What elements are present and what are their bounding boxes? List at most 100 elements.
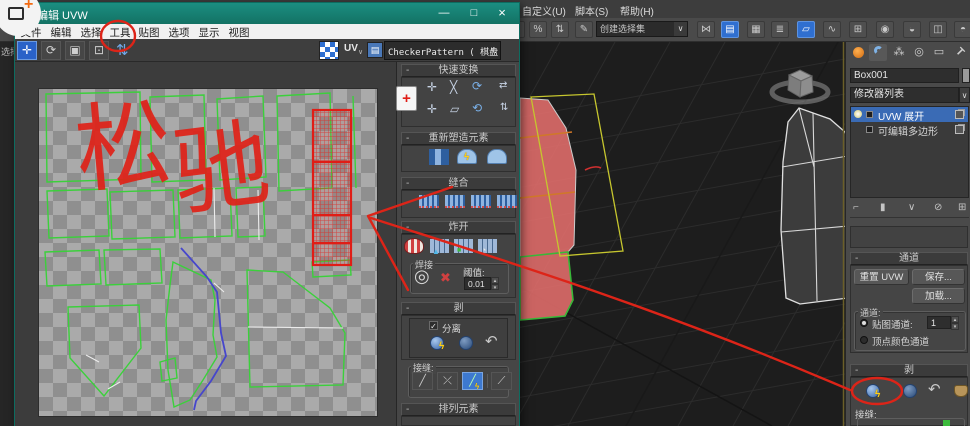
menu-view[interactable]: 视图 — [226, 25, 252, 40]
make-unique-icon[interactable]: ∨ — [908, 202, 915, 213]
map-channel-radio[interactable] — [860, 319, 868, 327]
point-to-point-seam-icon[interactable]: ⤫ — [437, 372, 458, 390]
move-tool-icon[interactable]: ✛ — [17, 41, 37, 60]
rollout-channel-header[interactable]: - 通道 — [850, 252, 968, 265]
align-angle-icon[interactable]: ╳ — [450, 80, 457, 94]
straighten-selection-icon[interactable] — [429, 149, 449, 165]
curve-editor-icon[interactable]: ∿ — [823, 21, 841, 38]
collapse-icon[interactable]: - — [406, 404, 409, 415]
edit-named-selection-icon[interactable]: ✎ — [575, 21, 593, 38]
rollout-arrange-elements[interactable]: - 排列元素 — [401, 403, 516, 416]
rotate-tool-icon[interactable]: ⟳ — [41, 41, 61, 60]
tab-motion[interactable]: ◎ — [910, 44, 928, 61]
stack-row-editable-poly[interactable]: 可编辑多边形 — [851, 122, 968, 137]
rendered-frame-icon[interactable]: ◫ — [929, 21, 947, 38]
collapse-icon[interactable]: - — [406, 222, 409, 233]
selected-mesh-lower[interactable] — [520, 252, 573, 320]
object-color-swatch[interactable] — [962, 68, 970, 83]
rollout-peel-header[interactable]: - 剥 — [850, 364, 968, 377]
tab-modify[interactable] — [869, 44, 887, 61]
show-end-result-icon[interactable]: ▮ — [880, 202, 886, 213]
modifier-list-dropdown[interactable]: 修改器列表 — [850, 87, 959, 103]
target-weld-icon[interactable]: ◎ — [414, 266, 430, 287]
edge-to-seam-icon[interactable]: ╱ϟ — [462, 372, 483, 390]
stitch-target-icon[interactable] — [497, 195, 517, 208]
spinner-snap-icon[interactable]: ⇅ — [551, 21, 569, 38]
flatten-by-group-icon[interactable] — [404, 238, 424, 254]
spin-up-icon[interactable]: ▴ — [491, 277, 499, 284]
uvw-titlebar[interactable]: 编辑 UVW — □ × — [15, 3, 519, 24]
peel-mode-button[interactable] — [903, 384, 917, 398]
relax-until-flat-icon[interactable]: ϟ — [457, 149, 477, 164]
rollout-explode[interactable]: - 炸开 — [401, 221, 516, 234]
uv-space-label[interactable]: UV — [344, 43, 358, 54]
vertex-color-radio[interactable] — [860, 336, 868, 344]
align-icon[interactable]: ▤ — [721, 21, 739, 38]
collapse-icon[interactable]: - — [406, 65, 409, 76]
map-channel-value[interactable]: 1 — [927, 316, 951, 329]
pin-stack-icon[interactable]: ⌐ — [853, 202, 859, 213]
collapse-icon[interactable]: - — [406, 178, 409, 189]
stitch-custom-icon[interactable] — [419, 195, 439, 208]
menu-help[interactable]: 帮助(H) — [620, 3, 654, 18]
menu-select[interactable]: 选择 — [78, 25, 104, 40]
stack-row-unwrap-uvw[interactable]: UVW 展开 — [851, 107, 968, 122]
save-button[interactable]: 保存... — [912, 269, 965, 285]
render-icon[interactable]: ◓ — [954, 21, 970, 38]
chevron-down-icon[interactable]: ∨ — [674, 22, 687, 36]
scene-explorer-icon[interactable]: ▦ — [747, 21, 765, 38]
threshold-value[interactable]: 0.01 — [464, 277, 491, 290]
material-editor-icon[interactable]: ◉ — [876, 21, 894, 38]
menu-customize[interactable]: 自定义(U) — [522, 3, 566, 18]
rotate-cw-icon[interactable]: ⟳ — [472, 79, 482, 93]
selected-uv-island[interactable] — [313, 110, 351, 265]
collapse-icon[interactable]: - — [855, 365, 858, 376]
close-button[interactable]: × — [489, 3, 515, 23]
menu-display[interactable]: 显示 — [196, 25, 222, 40]
remove-modifier-icon[interactable]: ⊘ — [934, 202, 942, 213]
mirror-tool-icon[interactable]: ⇅ — [116, 41, 129, 59]
spin-down-icon[interactable]: ▾ — [491, 284, 499, 290]
freeform-tool-icon[interactable]: ⊡ — [89, 41, 109, 60]
weld-selected-icon[interactable]: ✖ — [440, 270, 451, 286]
percent-snap-icon[interactable]: % — [529, 21, 547, 38]
maximize-button[interactable]: □ — [461, 3, 487, 23]
expand-to-seam-icon[interactable]: ⟋ — [491, 372, 512, 390]
mirror-icon[interactable]: ⋈ — [697, 21, 715, 38]
menu-script[interactable]: 脚本(S) — [575, 3, 608, 18]
lightbulb-icon[interactable] — [854, 110, 862, 118]
chevron-down-icon[interactable]: ∨ — [358, 48, 363, 56]
separate-checkbox[interactable]: ✓ — [429, 321, 438, 330]
rollout-stitch[interactable]: - 缝合 — [401, 177, 516, 190]
menu-tools[interactable]: 工具 — [107, 25, 133, 40]
chevron-down-icon[interactable]: ∨ — [959, 87, 970, 103]
tab-create[interactable] — [849, 44, 867, 61]
rollout-peel-editor[interactable]: - 剥 — [401, 302, 516, 315]
copy-icon[interactable] — [955, 110, 964, 119]
menu-mapping[interactable]: 贴图 — [136, 25, 162, 40]
rollout-quick-transform[interactable]: - 快速变换 — [401, 64, 516, 77]
reset-uvw-button[interactable]: 重置 UVW — [854, 269, 909, 285]
tab-hierarchy[interactable]: ⁂ — [890, 44, 908, 61]
manage-layers-icon[interactable]: ≣ — [771, 21, 789, 38]
scale-tool-icon[interactable]: ▣ — [65, 41, 85, 60]
chevron-down-icon[interactable]: ∨ — [487, 45, 499, 54]
pelt-map-icon[interactable] — [954, 385, 968, 397]
spin-up-icon[interactable]: ▴ — [951, 316, 959, 323]
space-horizontal-icon[interactable]: ⇄ — [499, 80, 507, 91]
selected-mesh-faces[interactable] — [520, 98, 576, 257]
space-vertical-icon[interactable]: ⇅ — [500, 102, 508, 113]
rotate-ccw-icon[interactable]: ⟲ — [472, 101, 482, 115]
quick-peel-button-editor[interactable]: ϟ — [430, 336, 444, 350]
schematic-view-icon[interactable]: ⊞ — [849, 21, 867, 38]
render-setup-icon[interactable]: ◒ — [903, 21, 921, 38]
load-button[interactable]: 加载... — [912, 288, 965, 304]
graph-editors-icon[interactable]: ▱ — [797, 21, 815, 38]
peel-mode-button-editor[interactable] — [459, 336, 473, 350]
selection-set-dropdown[interactable]: 创建选择集 ∨ — [596, 21, 688, 37]
align-vertical-icon[interactable]: ✛ — [427, 102, 437, 116]
stitch-average-icon[interactable] — [471, 195, 491, 208]
texture-dropdown[interactable]: CheckerPattern ( 棋盘 ∨ — [384, 41, 501, 60]
minimize-button[interactable]: — — [431, 3, 457, 23]
configure-modifier-sets-icon[interactable]: ⊞ — [958, 202, 966, 213]
